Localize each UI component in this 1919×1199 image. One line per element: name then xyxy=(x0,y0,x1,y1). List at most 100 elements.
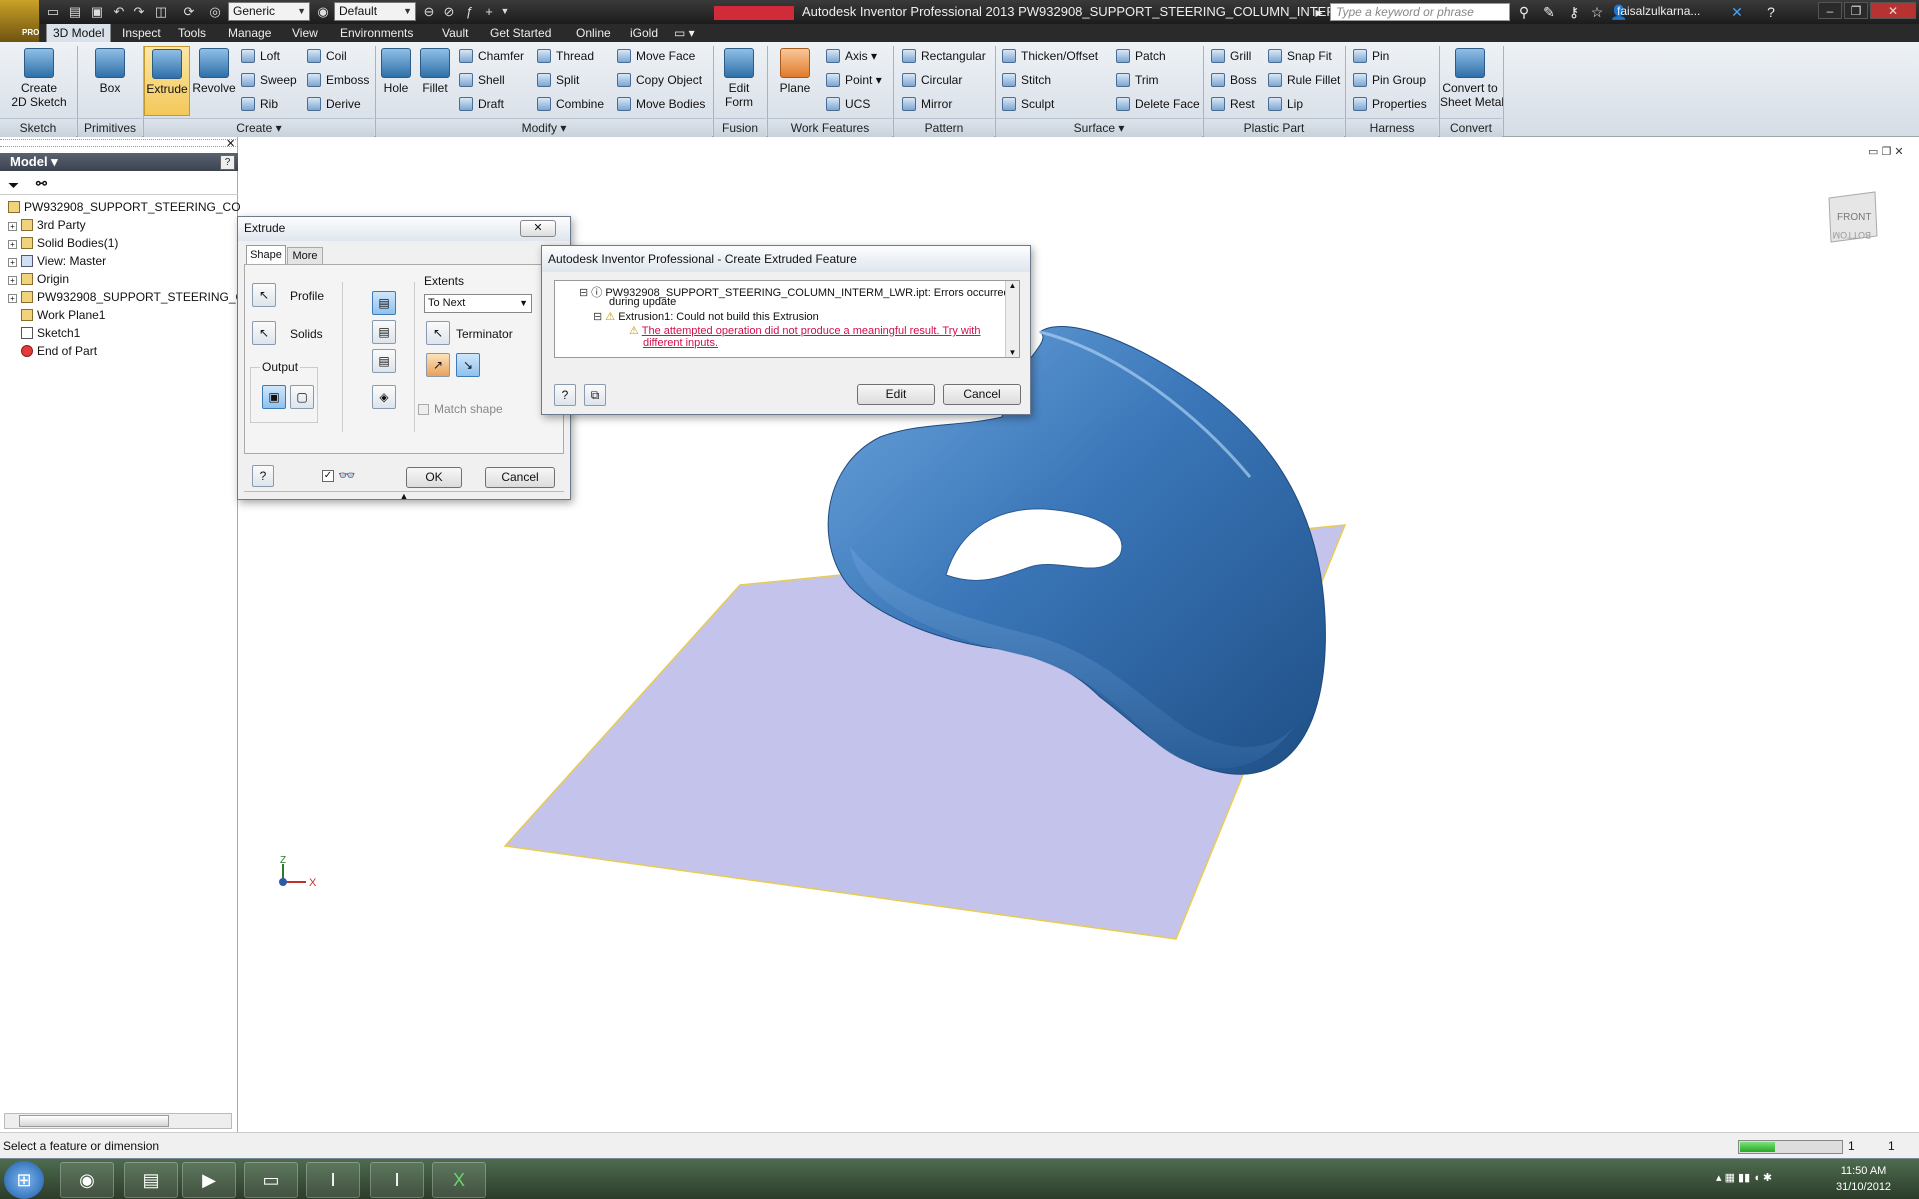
plane-button[interactable]: Plane xyxy=(774,46,816,116)
error-help-button[interactable]: ? xyxy=(554,384,576,406)
delete-face-button[interactable]: Delete Face xyxy=(1116,95,1200,113)
customize-icon[interactable]: ▼ xyxy=(496,3,514,20)
axis-button[interactable]: Axis ▾ xyxy=(826,47,877,65)
pin-group-button[interactable]: Pin Group xyxy=(1353,71,1426,89)
pin-button[interactable]: Pin xyxy=(1353,47,1389,65)
inventor-2-taskbar-button[interactable]: Ⅰ xyxy=(370,1162,424,1198)
folder-taskbar-button[interactable]: ▭ xyxy=(244,1162,298,1198)
tree-item-derived-part[interactable]: + PW932908_SUPPORT_STEERING_COLU xyxy=(8,289,269,306)
chamfer-button[interactable]: Chamfer xyxy=(459,47,524,65)
binoculars-icon[interactable]: ⚲ xyxy=(1515,3,1533,21)
browser-help-icon[interactable]: ? xyxy=(220,155,235,170)
inventor-taskbar-button[interactable]: Ⅰ xyxy=(306,1162,360,1198)
preview-checkbox[interactable]: ✓ xyxy=(322,470,334,482)
rule-fillet-button[interactable]: Rule Fillet xyxy=(1268,71,1340,89)
tab-manage[interactable]: Manage xyxy=(222,24,277,42)
search-arrow-icon[interactable]: ▸ xyxy=(1310,3,1328,21)
browser-close-icon[interactable]: ✕ xyxy=(226,137,235,150)
thread-button[interactable]: Thread xyxy=(537,47,594,65)
grill-button[interactable]: Grill xyxy=(1211,47,1251,65)
ribbon-options-icon[interactable]: ▭ ▾ xyxy=(668,24,701,42)
project-icon[interactable]: ◫ xyxy=(152,3,170,20)
direction-1-button[interactable]: ↗ xyxy=(426,353,450,377)
tab-inspect[interactable]: Inspect xyxy=(116,24,167,42)
error-message-list[interactable]: ⊟ ⓘ PW932908_SUPPORT_STEERING_COLUMN_INT… xyxy=(554,280,1020,358)
rest-button[interactable]: Rest xyxy=(1211,95,1255,113)
tab-more[interactable]: More xyxy=(287,247,323,265)
box-button[interactable]: Box xyxy=(90,46,130,116)
properties-button[interactable]: Properties xyxy=(1353,95,1427,113)
derive-button[interactable]: Derive xyxy=(307,95,361,113)
match-shape-checkbox[interactable] xyxy=(418,404,429,415)
tab-get-started[interactable]: Get Started xyxy=(484,24,557,42)
extents-select[interactable]: To Next ▼ xyxy=(424,294,532,313)
close-button[interactable]: ✕ xyxy=(1870,2,1916,19)
error-edit-button[interactable]: Edit xyxy=(857,384,935,405)
open-icon[interactable]: ▤ xyxy=(66,3,84,20)
tree-item-solid-bodies[interactable]: + Solid Bodies(1) xyxy=(8,235,118,252)
copy-to-clipboard-button[interactable]: ⧉ xyxy=(584,384,606,406)
appearance-combo[interactable]: Generic ▼ xyxy=(228,2,310,21)
undo-icon[interactable]: ↶ xyxy=(110,3,128,20)
error-cancel-button[interactable]: Cancel xyxy=(943,384,1021,405)
function-icon[interactable]: ƒ xyxy=(460,3,478,20)
chrome-taskbar-button[interactable]: ◉ xyxy=(60,1162,114,1198)
zoom-icon[interactable]: ⊖ xyxy=(420,3,438,20)
sculpt-button[interactable]: Sculpt xyxy=(1002,95,1054,113)
rectangular-pattern-button[interactable]: Rectangular xyxy=(902,47,986,65)
intersect-button[interactable]: ▤ xyxy=(372,349,396,373)
tree-item-sketch1[interactable]: Sketch1 xyxy=(21,325,80,342)
trim-button[interactable]: Trim xyxy=(1116,71,1159,89)
tab-tools[interactable]: Tools xyxy=(172,24,212,42)
user-name[interactable]: faisalzulkarna... xyxy=(1617,4,1700,18)
revolve-button[interactable]: Revolve xyxy=(192,46,236,116)
panel-surface[interactable]: Surface ▾ xyxy=(996,118,1202,137)
update-icon[interactable]: ⟳ xyxy=(180,3,198,20)
lip-button[interactable]: Lip xyxy=(1268,95,1303,113)
thicken-offset-button[interactable]: Thicken/Offset xyxy=(1002,47,1098,65)
combine-button[interactable]: Combine xyxy=(537,95,604,113)
new-icon[interactable]: ▭ xyxy=(44,3,62,20)
new-solid-button[interactable]: ◈ xyxy=(372,385,396,409)
tab-3d-model[interactable]: 3D Model xyxy=(46,24,112,42)
panel-create[interactable]: Create ▾ xyxy=(144,118,374,137)
measure-icon[interactable]: ⊘ xyxy=(440,3,458,20)
find-binoculars-icon[interactable]: ⚯ xyxy=(36,176,47,192)
shell-button[interactable]: Shell xyxy=(459,71,505,89)
minimize-button[interactable]: – xyxy=(1818,2,1842,19)
select-icon[interactable]: ◎ xyxy=(206,3,224,20)
tree-item-origin[interactable]: + Origin xyxy=(8,271,69,288)
media-player-taskbar-button[interactable]: ▶ xyxy=(182,1162,236,1198)
excel-taskbar-button[interactable]: X xyxy=(432,1162,486,1198)
snap-fit-button[interactable]: Snap Fit xyxy=(1268,47,1332,65)
point-button[interactable]: Point ▾ xyxy=(826,71,882,89)
patch-button[interactable]: Patch xyxy=(1116,47,1166,65)
tree-item-end-of-part[interactable]: End of Part xyxy=(21,343,97,360)
profile-select-button[interactable]: ↖ xyxy=(252,283,276,307)
edit-form-button[interactable]: Edit Form xyxy=(718,46,760,116)
copy-object-button[interactable]: Copy Object xyxy=(617,71,702,89)
scrollbar-thumb[interactable] xyxy=(19,1115,169,1127)
error-list-scrollbar[interactable]: ▲ ▼ xyxy=(1005,281,1019,357)
tree-item-work-plane1[interactable]: Work Plane1 xyxy=(21,307,105,324)
favorites-star-icon[interactable]: ☆ xyxy=(1588,3,1606,21)
move-bodies-button[interactable]: Move Bodies xyxy=(617,95,705,113)
tools-icon[interactable]: ✎ xyxy=(1540,3,1558,21)
tab-online[interactable]: Online xyxy=(570,24,617,42)
rib-button[interactable]: Rib xyxy=(241,95,278,113)
filter-icon[interactable]: ⏷ xyxy=(8,177,19,194)
circular-pattern-button[interactable]: Circular xyxy=(902,71,962,89)
help-icon[interactable]: ? xyxy=(1762,3,1780,21)
terminator-select-button[interactable]: ↖ xyxy=(426,321,450,345)
tab-igold[interactable]: iGold xyxy=(624,24,664,42)
draft-button[interactable]: Draft xyxy=(459,95,504,113)
create-2d-sketch-button[interactable]: Create 2D Sketch xyxy=(6,46,72,116)
convert-sheet-metal-button[interactable]: Convert to Sheet Metal xyxy=(1440,46,1504,116)
system-clock[interactable]: 11:50 AM 31/10/2012 xyxy=(1836,1163,1891,1195)
tray-icons[interactable]: ▴ ▦ ▮▮ ◖ ✱ xyxy=(1716,1171,1772,1184)
save-icon[interactable]: ▣ xyxy=(88,3,106,20)
tab-view[interactable]: View xyxy=(286,24,324,42)
browser-horizontal-scrollbar[interactable] xyxy=(4,1113,232,1129)
viewcube[interactable]: FRONT BOTTOM xyxy=(1823,188,1881,256)
join-button[interactable]: ▤ xyxy=(372,291,396,315)
